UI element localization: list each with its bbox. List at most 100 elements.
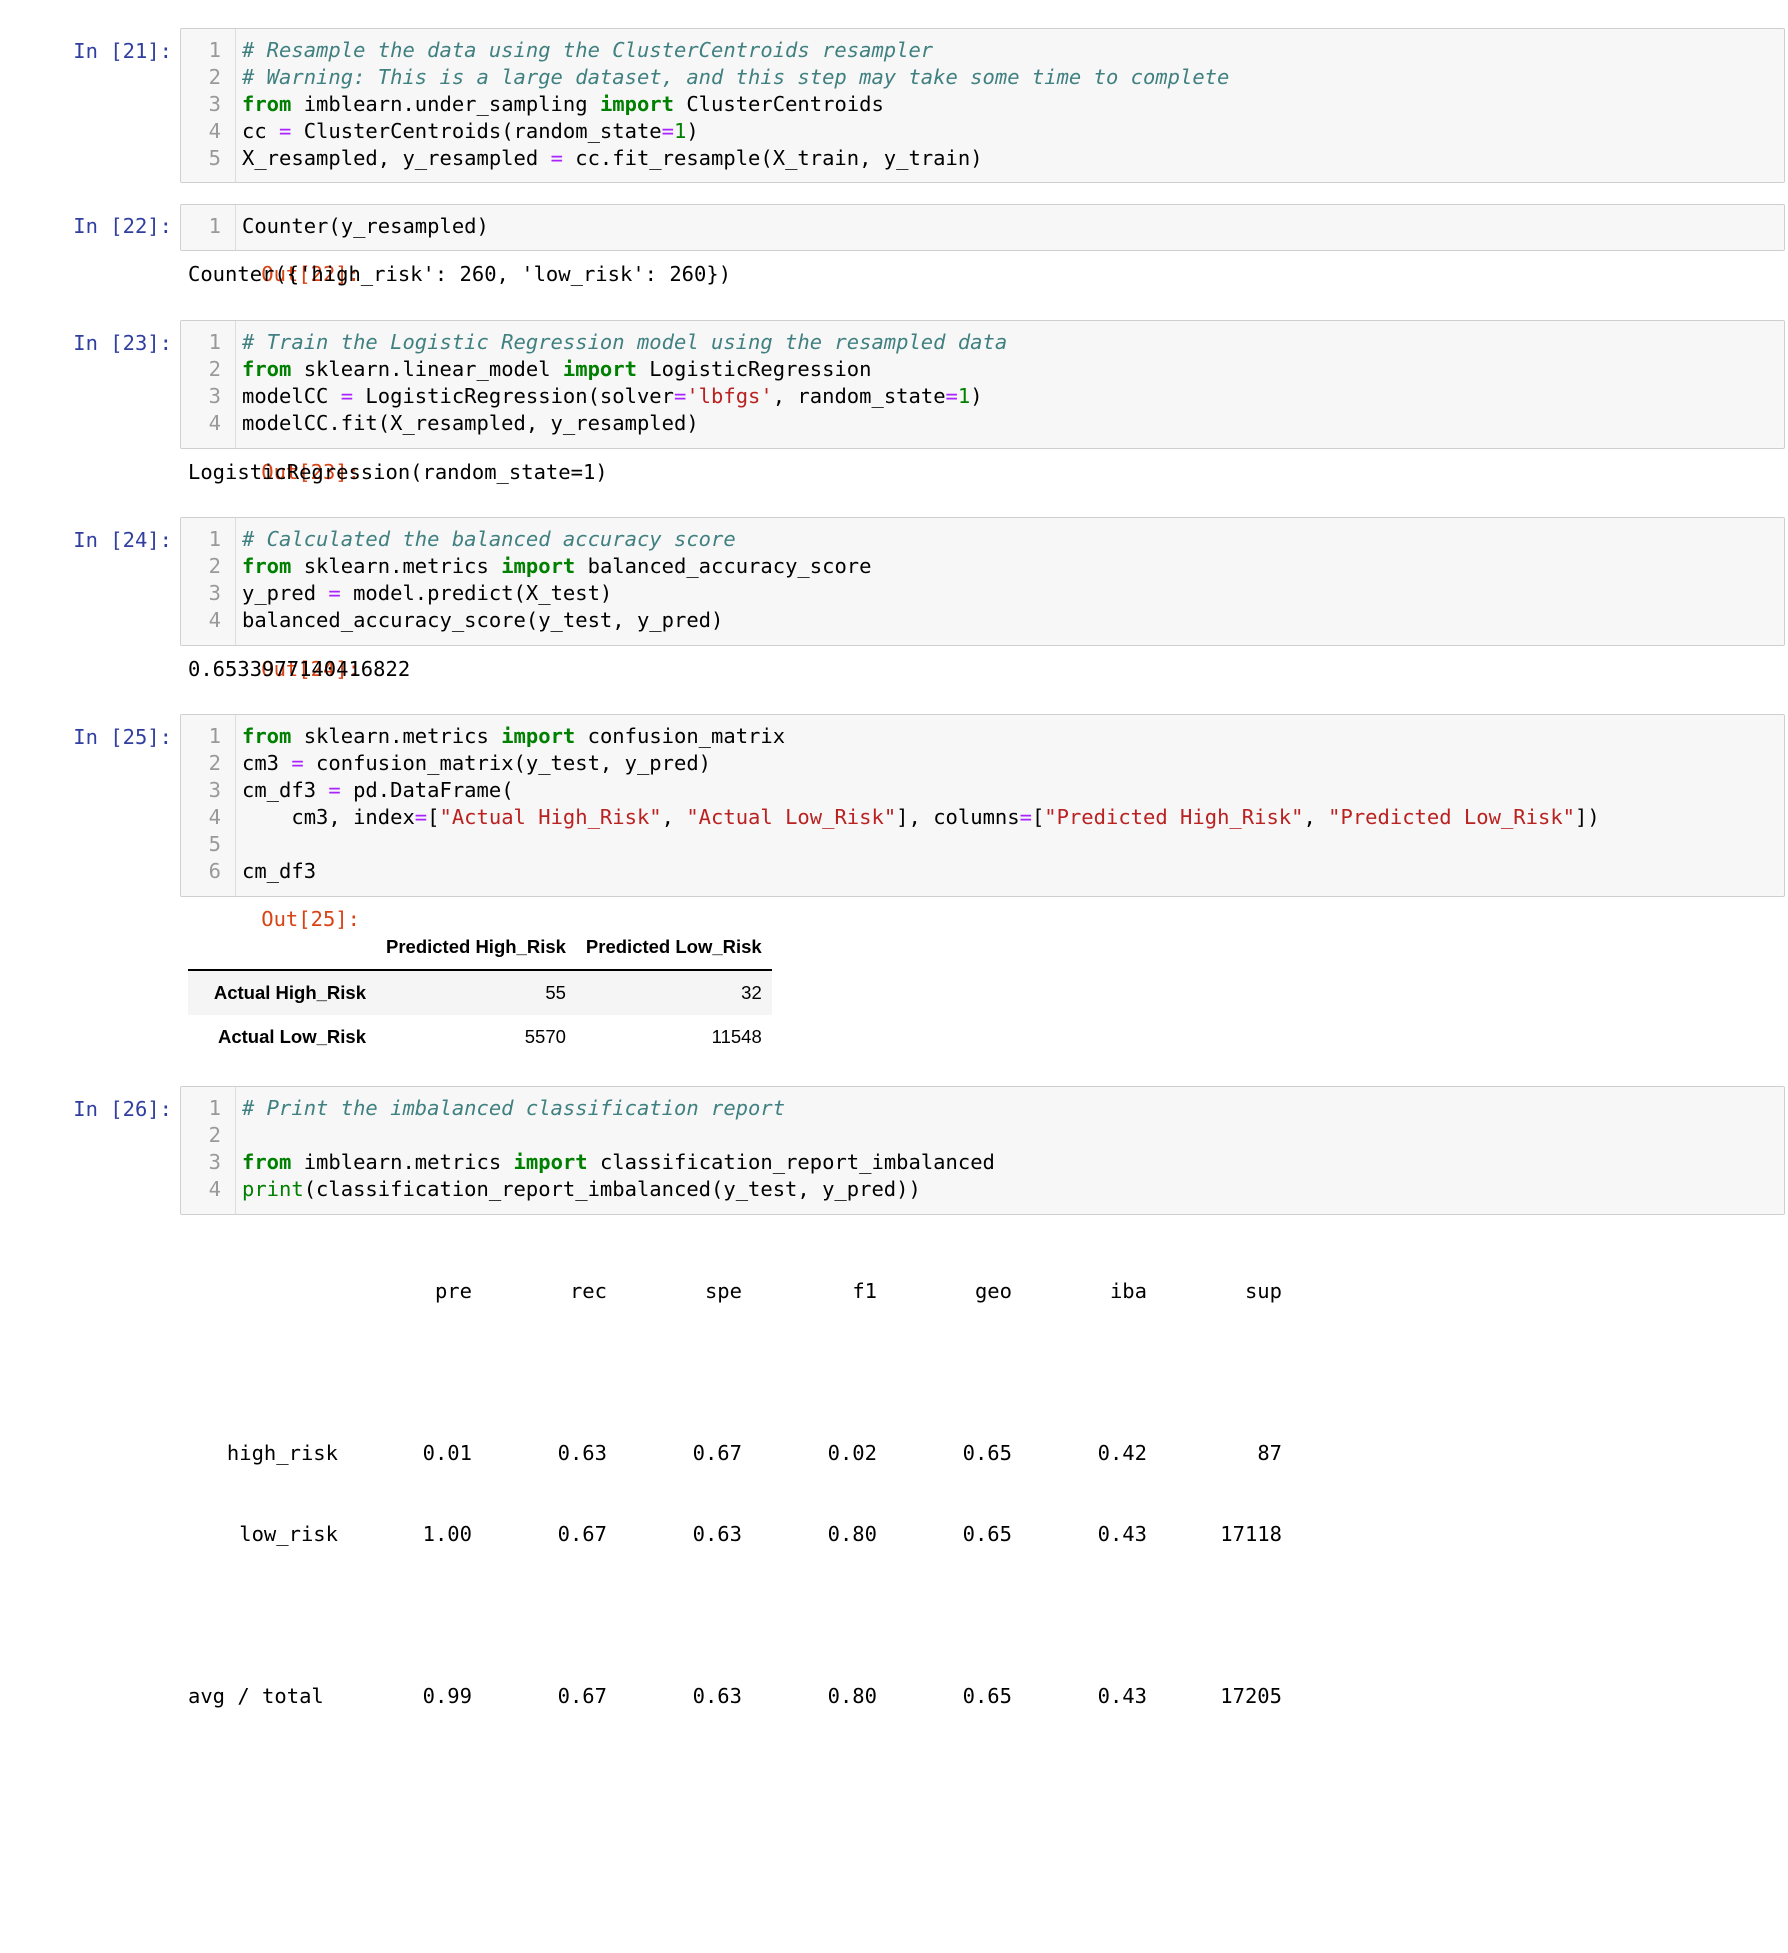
table-cell: 5570 (524, 1026, 566, 1047)
code-token: = (945, 384, 958, 408)
code-token: X_resampled, y_resampled (242, 146, 551, 170)
code-line[interactable]: 3 modelCC = LogisticRegression(solver='lb… (181, 383, 1784, 410)
code-line[interactable]: 2 cm3 = confusion_matrix(y_test, y_pred) (181, 750, 1784, 777)
code-token: [ (427, 805, 440, 829)
line-number: 4 (208, 1177, 221, 1201)
code-line[interactable]: 4 cm3, index=["Actual High_Risk", "Actua… (181, 804, 1784, 831)
code-text[interactable]: cm_df3 = pd.DataFrame( (242, 777, 514, 804)
code-token: from (242, 92, 292, 116)
code-cell-26[interactable]: 1 # Print the imbalanced classification r… (180, 1086, 1785, 1215)
column-header: Predicted High_Risk (376, 925, 576, 971)
report-col-header: pre (434, 1279, 472, 1303)
column-header: Predicted Low_Risk (575, 925, 772, 971)
code-text[interactable]: X_resampled, y_resampled = cc.fit_resamp… (242, 145, 983, 172)
code-line[interactable]: 2 # Warning: This is a large dataset, and… (181, 64, 1784, 91)
code-token: import (513, 1150, 588, 1174)
code-line[interactable]: 3 y_pred = model.predict(X_test) (181, 580, 1784, 607)
code-token: from (242, 357, 292, 381)
code-line[interactable]: 1 # Resample the data using the ClusterCe… (181, 37, 1784, 64)
code-text[interactable]: Counter(y_resampled) (242, 213, 489, 240)
code-cell-22[interactable]: 1 Counter(y_resampled) (180, 204, 1785, 251)
code-line[interactable]: 1 # Print the imbalanced classification r… (181, 1095, 1784, 1122)
in-prompt-22: In [22]: (73, 214, 172, 238)
line-number: 4 (208, 119, 221, 143)
cell-output-23: LogisticRegression(random_state=1) (188, 460, 608, 484)
code-line[interactable]: 1 from sklearn.metrics import confusion_m… (181, 723, 1784, 750)
code-line[interactable]: 3 cm_df3 = pd.DataFrame( (181, 777, 1784, 804)
code-text[interactable]: from sklearn.metrics import confusion_ma… (242, 723, 785, 750)
report-value: 0.65 (962, 1441, 1012, 1465)
code-token: from (242, 724, 292, 748)
report-row-high-risk: high_risk 0.01 0.63 0.67 0.02 0.65 0.42 … (188, 1440, 1282, 1467)
code-text[interactable]: cc = ClusterCentroids(random_state=1) (242, 118, 699, 145)
table-row: Actual Low_Risk 5570 11548 (188, 1015, 772, 1059)
in-prompt-25: In [25]: (73, 725, 172, 749)
code-text[interactable]: cm3 = confusion_matrix(y_test, y_pred) (242, 750, 711, 777)
line-number: 3 (208, 581, 221, 605)
code-text[interactable]: cm_df3 (242, 858, 316, 885)
code-token: modelCC.fit(X_resampled, y_resampled) (242, 411, 699, 435)
code-token: # Warning: This is a large dataset, and … (242, 65, 1230, 89)
code-text[interactable]: from sklearn.linear_model import Logisti… (242, 356, 871, 383)
line-number: 1 (208, 724, 221, 748)
code-text[interactable]: modelCC = LogisticRegression(solver='lbf… (242, 383, 983, 410)
code-cell-21[interactable]: 1 # Resample the data using the ClusterCe… (180, 28, 1785, 183)
code-line[interactable]: 6 cm_df3 (181, 858, 1784, 885)
code-lines: 1 # Train the Logistic Regression model u… (181, 329, 1784, 437)
code-text[interactable]: from sklearn.metrics import balanced_acc… (242, 553, 871, 580)
code-text[interactable]: # Resample the data using the ClusterCen… (242, 37, 933, 64)
code-token: "Predicted High_Risk" (1044, 805, 1304, 829)
row-index: Actual High_Risk (213, 982, 366, 1003)
code-token: confusion_matrix(y_test, y_pred) (303, 751, 712, 775)
code-token: cm3, index (242, 805, 415, 829)
code-line[interactable]: 3 from imblearn.metrics import classifica… (181, 1149, 1784, 1176)
report-value: 0.80 (827, 1684, 877, 1708)
code-token: LogisticRegression(solver (353, 384, 674, 408)
code-token: import (501, 554, 576, 578)
in-prompt-21: In [21]: (73, 39, 172, 63)
code-token: balanced_accuracy_score(y_test, y_pred) (242, 608, 724, 632)
code-token: ClusterCentroids(random_state (291, 119, 662, 143)
code-cell-23[interactable]: 1 # Train the Logistic Regression model u… (180, 320, 1785, 449)
code-line[interactable]: 5 (181, 831, 1784, 858)
code-line[interactable]: 4 cc = ClusterCentroids(random_state=1) (181, 118, 1784, 145)
code-text[interactable]: from imblearn.under_sampling import Clus… (242, 91, 884, 118)
cell-output-22: Counter({'high_risk': 260, 'low_risk': 2… (188, 262, 732, 286)
code-line[interactable]: 4 print(classification_report_imbalanced(… (181, 1176, 1784, 1203)
code-text[interactable]: # Print the imbalanced classification re… (242, 1095, 785, 1122)
code-text[interactable]: y_pred = model.predict(X_test) (242, 580, 612, 607)
code-text[interactable]: print(classification_report_imbalanced(y… (242, 1176, 921, 1203)
line-number: 3 (208, 384, 221, 408)
code-token: classification_report_imbalanced (587, 1150, 995, 1174)
line-number: 1 (208, 1096, 221, 1120)
code-token: y_pred (242, 581, 329, 605)
code-token: # Calculated the balanced accuracy score (242, 527, 736, 551)
code-text[interactable]: modelCC.fit(X_resampled, y_resampled) (242, 410, 699, 437)
code-line[interactable]: 1 # Train the Logistic Regression model u… (181, 329, 1784, 356)
code-text[interactable]: cm3, index=["Actual High_Risk", "Actual … (242, 804, 1599, 831)
code-text[interactable]: balanced_accuracy_score(y_test, y_pred) (242, 607, 723, 634)
code-line[interactable]: 2 from sklearn.linear_model import Logist… (181, 356, 1784, 383)
line-number: 2 (208, 1123, 221, 1147)
code-line[interactable]: 4 balanced_accuracy_score(y_test, y_pred) (181, 607, 1784, 634)
report-header-row: pre rec spe f1 geo iba sup (188, 1278, 1282, 1305)
code-text[interactable]: # Calculated the balanced accuracy score (242, 526, 736, 553)
code-text[interactable]: from imblearn.metrics import classificat… (242, 1149, 995, 1176)
code-lines: 1 # Resample the data using the ClusterCe… (181, 37, 1784, 172)
code-text[interactable]: # Train the Logistic Regression model us… (242, 329, 1007, 356)
code-token: # Train the Logistic Regression model us… (242, 330, 1008, 354)
code-cell-25[interactable]: 1 from sklearn.metrics import confusion_m… (180, 714, 1785, 897)
code-line[interactable]: 1 Counter(y_resampled) (181, 213, 1784, 240)
code-line[interactable]: 3 from imblearn.under_sampling import Clu… (181, 91, 1784, 118)
code-line[interactable]: 2 from sklearn.metrics import balanced_ac… (181, 553, 1784, 580)
code-line[interactable]: 1 # Calculated the balanced accuracy scor… (181, 526, 1784, 553)
code-line[interactable]: 2 (181, 1122, 1784, 1149)
code-token: # Resample the data using the ClusterCen… (242, 38, 934, 62)
code-line[interactable]: 5 X_resampled, y_resampled = cc.fit_resam… (181, 145, 1784, 172)
code-line[interactable]: 4 modelCC.fit(X_resampled, y_resampled) (181, 410, 1784, 437)
code-token: ], columns (896, 805, 1020, 829)
report-value: 0.65 (962, 1684, 1012, 1708)
code-token: cc (242, 119, 280, 143)
code-text[interactable]: # Warning: This is a large dataset, and … (242, 64, 1229, 91)
code-cell-24[interactable]: 1 # Calculated the balanced accuracy scor… (180, 517, 1785, 646)
